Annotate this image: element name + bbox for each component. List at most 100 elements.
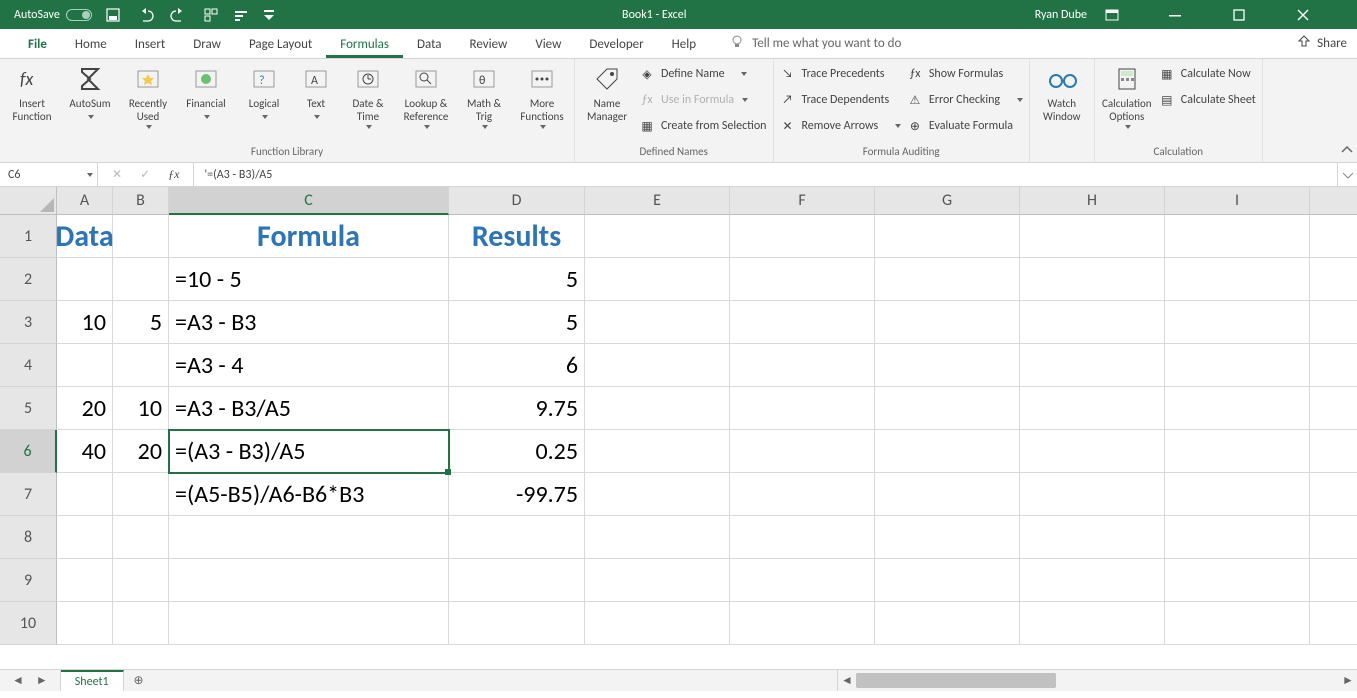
cell-H10[interactable]	[1020, 602, 1165, 645]
cell-F8[interactable]	[730, 516, 875, 559]
cell-I5[interactable]	[1165, 387, 1310, 430]
cell-B2[interactable]	[113, 258, 169, 301]
cell-I4[interactable]	[1165, 344, 1310, 387]
cell-H3[interactable]	[1020, 301, 1165, 344]
cell-G8[interactable]	[875, 516, 1020, 559]
calculate-now-button[interactable]: ▦Calculate Now	[1159, 63, 1256, 85]
cell-F4[interactable]	[730, 344, 875, 387]
error-checking-button[interactable]: ⚠Error Checking	[907, 89, 1023, 111]
cell-A1[interactable]: Data	[57, 215, 113, 258]
logical-button[interactable]: ? Logical	[238, 63, 290, 123]
scroll-left-icon[interactable]: ◄	[838, 670, 856, 691]
col-header-C[interactable]: C	[169, 187, 449, 215]
row-header-9[interactable]: 9	[0, 559, 57, 602]
cell-blank-9[interactable]	[1310, 559, 1357, 602]
cell-D8[interactable]	[449, 516, 585, 559]
cell-G4[interactable]	[875, 344, 1020, 387]
cell-B7[interactable]	[113, 473, 169, 516]
cell-A7[interactable]	[57, 473, 113, 516]
cell-E10[interactable]	[585, 602, 730, 645]
cell-I10[interactable]	[1165, 602, 1310, 645]
cell-G7[interactable]	[875, 473, 1020, 516]
hscroll-thumb[interactable]	[856, 673, 1056, 688]
name-box[interactable]: C6	[0, 163, 98, 186]
row-header-10[interactable]: 10	[0, 602, 57, 645]
tab-page-layout[interactable]: Page Layout	[235, 37, 326, 58]
remove-arrows-button[interactable]: ✕Remove Arrows	[780, 115, 901, 137]
cell-blank-3[interactable]	[1310, 301, 1357, 344]
cell-I1[interactable]	[1165, 215, 1310, 258]
cell-F7[interactable]	[730, 473, 875, 516]
cell-C7[interactable]: =(A5-B5)/A6-B6*B3	[169, 473, 449, 516]
cell-A6[interactable]: 40	[57, 430, 113, 473]
cell-E5[interactable]	[585, 387, 730, 430]
cell-C9[interactable]	[169, 559, 449, 602]
cell-G6[interactable]	[875, 430, 1020, 473]
horizontal-scrollbar[interactable]: ◄ ►	[837, 670, 1357, 691]
row-header-5[interactable]: 5	[0, 387, 57, 430]
cell-F10[interactable]	[730, 602, 875, 645]
cell-E7[interactable]	[585, 473, 730, 516]
show-formulas-button[interactable]: ƒxShow Formulas	[907, 63, 1023, 85]
tab-help[interactable]: Help	[658, 37, 710, 58]
cell-I3[interactable]	[1165, 301, 1310, 344]
cell-D5[interactable]: 9.75	[449, 387, 585, 430]
cell-A8[interactable]	[57, 516, 113, 559]
calculation-options-button[interactable]: Calculation Options	[1101, 63, 1153, 129]
cell-G5[interactable]	[875, 387, 1020, 430]
cell-H5[interactable]	[1020, 387, 1165, 430]
fx-icon[interactable]: ƒx	[168, 167, 179, 182]
cell-E1[interactable]	[585, 215, 730, 258]
cell-D2[interactable]: 5	[449, 258, 585, 301]
cell-blank-4[interactable]	[1310, 344, 1357, 387]
tab-nav-prev-icon[interactable]: ◄	[12, 673, 24, 688]
cell-A10[interactable]	[57, 602, 113, 645]
trace-dependents-button[interactable]: ↗Trace Dependents	[780, 89, 901, 111]
evaluate-formula-button[interactable]: ⊕Evaluate Formula	[907, 115, 1023, 137]
row-header-6[interactable]: 6	[0, 430, 57, 473]
col-header-E[interactable]: E	[585, 187, 730, 215]
row-header-8[interactable]: 8	[0, 516, 57, 559]
cell-A4[interactable]	[57, 344, 113, 387]
tab-view[interactable]: View	[521, 37, 575, 58]
cell-E6[interactable]	[585, 430, 730, 473]
cell-B6[interactable]: 20	[113, 430, 169, 473]
cell-H7[interactable]	[1020, 473, 1165, 516]
cell-A3[interactable]: 10	[57, 301, 113, 344]
share-button[interactable]: Share	[1297, 34, 1347, 58]
financial-button[interactable]: Financial	[180, 63, 232, 123]
cell-G2[interactable]	[875, 258, 1020, 301]
row-header-1[interactable]: 1	[0, 215, 57, 258]
cell-H4[interactable]	[1020, 344, 1165, 387]
cell-H1[interactable]	[1020, 215, 1165, 258]
collapse-ribbon-icon[interactable]	[1337, 59, 1357, 162]
date-time-button[interactable]: Date & Time	[342, 63, 394, 129]
col-header-F[interactable]: F	[730, 187, 875, 215]
chevron-down-icon[interactable]	[87, 173, 93, 177]
text-button[interactable]: A Text	[296, 63, 336, 123]
cell-I7[interactable]	[1165, 473, 1310, 516]
tab-formulas[interactable]: Formulas	[326, 37, 403, 58]
qat-more-icon[interactable]	[204, 8, 218, 22]
cell-blank-7[interactable]	[1310, 473, 1357, 516]
col-header-B[interactable]: B	[113, 187, 169, 215]
cell-blank-10[interactable]	[1310, 602, 1357, 645]
tab-home[interactable]: Home	[61, 37, 121, 58]
cell-C4[interactable]: =A3 - 4	[169, 344, 449, 387]
cell-D9[interactable]	[449, 559, 585, 602]
cell-C10[interactable]	[169, 602, 449, 645]
cell-I2[interactable]	[1165, 258, 1310, 301]
cell-F5[interactable]	[730, 387, 875, 430]
cell-D3[interactable]: 5	[449, 301, 585, 344]
cell-F6[interactable]	[730, 430, 875, 473]
cell-G3[interactable]	[875, 301, 1020, 344]
define-name-button[interactable]: ◈Define Name	[639, 63, 767, 85]
math-trig-button[interactable]: θ Math & Trig	[458, 63, 510, 129]
cell-blank-2[interactable]	[1310, 258, 1357, 301]
cell-B10[interactable]	[113, 602, 169, 645]
cell-F1[interactable]	[730, 215, 875, 258]
cell-C8[interactable]	[169, 516, 449, 559]
cell-F3[interactable]	[730, 301, 875, 344]
cell-H8[interactable]	[1020, 516, 1165, 559]
close-icon[interactable]	[1297, 9, 1343, 21]
